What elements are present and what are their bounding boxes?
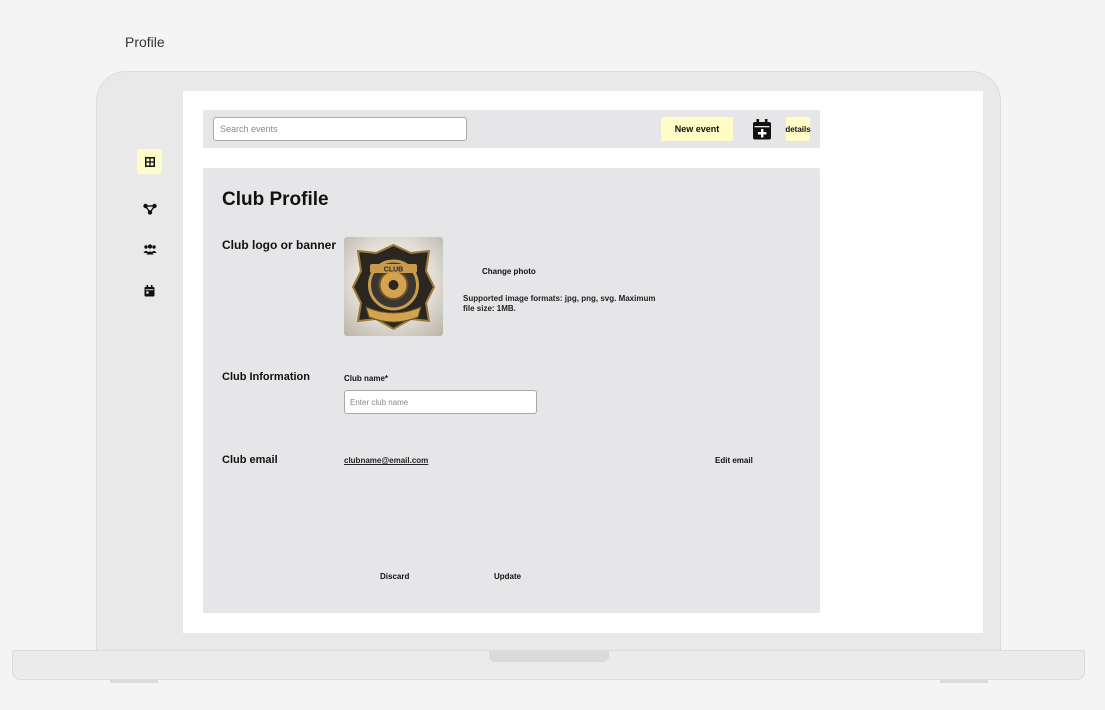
frame-label: Profile <box>125 34 165 50</box>
email-section-label: Club email <box>222 454 278 466</box>
info-section-label: Club Information <box>222 371 310 383</box>
edit-email-button[interactable]: Edit email <box>715 456 753 465</box>
app-screen: New event details Club Profile Club logo… <box>116 91 983 633</box>
logo-section-label: Club logo or banner <box>222 238 336 252</box>
club-name-label: Club name* <box>344 374 389 383</box>
update-button[interactable]: Update <box>494 572 521 581</box>
members-icon <box>143 244 156 255</box>
club-name-input[interactable] <box>344 390 537 414</box>
club-logo-image: CLUB <box>344 237 443 336</box>
dashboard-grid-icon <box>144 156 155 167</box>
sidebar-item-network[interactable] <box>137 196 162 221</box>
logo-crest-text: CLUB <box>384 267 403 274</box>
calendar-icon <box>144 284 155 296</box>
sidebar-item-members[interactable] <box>137 237 162 262</box>
laptop-foot-left <box>110 680 158 683</box>
image-format-help: Supported image formats: jpg, png, svg. … <box>463 294 656 313</box>
add-calendar-button[interactable] <box>752 119 772 140</box>
details-button[interactable]: details <box>785 117 811 141</box>
network-nodes-icon <box>142 203 157 215</box>
laptop-foot-right <box>940 680 988 683</box>
club-email-value: clubname@email.com <box>344 456 429 465</box>
search-input[interactable] <box>213 117 467 141</box>
sidebar <box>116 91 183 633</box>
page-title: Club Profile <box>222 189 329 210</box>
sidebar-item-calendar[interactable] <box>137 278 162 303</box>
discard-button[interactable]: Discard <box>380 572 409 581</box>
top-bar: New event details <box>203 110 820 148</box>
new-event-button[interactable]: New event <box>661 117 733 141</box>
club-profile-panel: Club Profile Club logo or banner CLUB Ch… <box>203 168 820 613</box>
calendar-add-icon <box>753 119 771 140</box>
change-photo-button[interactable]: Change photo <box>482 267 536 276</box>
sidebar-item-dashboard[interactable] <box>137 149 162 174</box>
laptop-notch <box>489 651 609 662</box>
